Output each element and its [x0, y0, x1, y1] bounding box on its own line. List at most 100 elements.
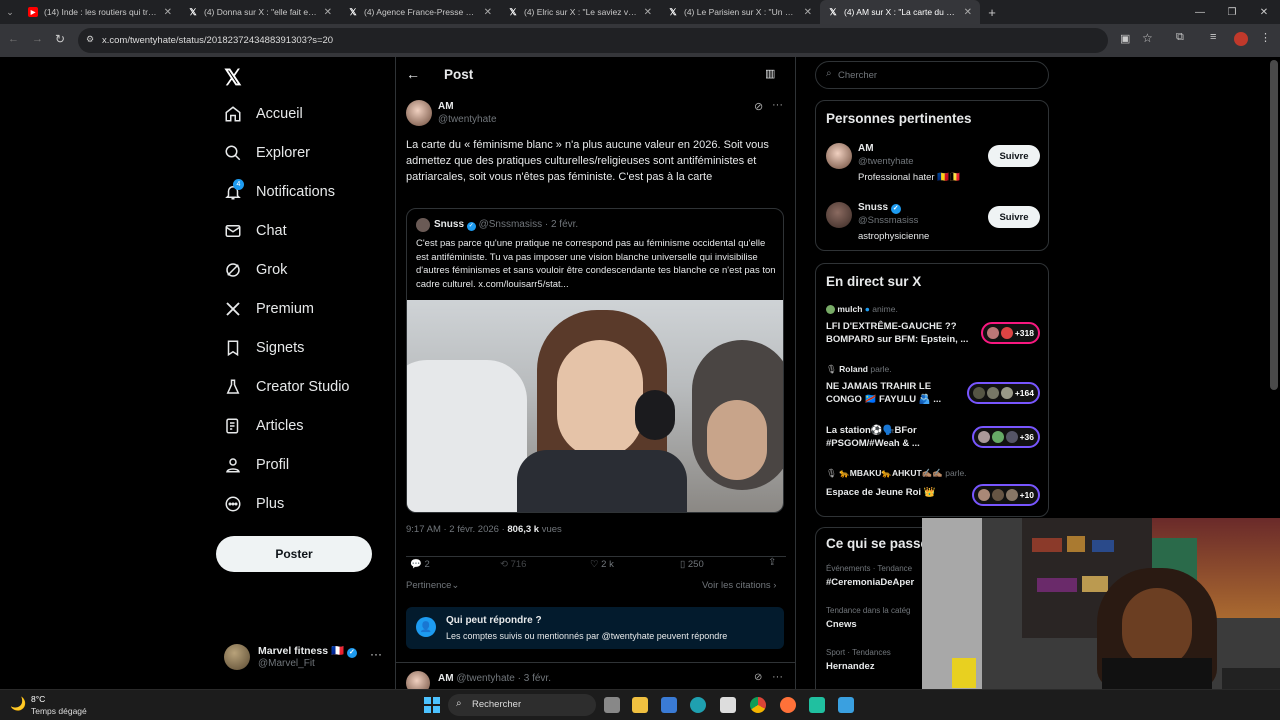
live-space-item[interactable]: 🎙 🐆MBAKU🐆AHKUT✍🏽✍🏽 parle. Espace de Jeun…: [816, 466, 1050, 506]
taskbar-search[interactable]: ⌕ Rechercher: [448, 694, 596, 716]
close-tab-icon[interactable]: ✕: [324, 7, 332, 18]
search-box[interactable]: ⌕ Chercher: [815, 61, 1049, 89]
sidebar-item-chat[interactable]: Chat: [224, 216, 287, 246]
more-options-icon[interactable]: ···: [772, 671, 783, 683]
post-button[interactable]: Poster: [216, 536, 372, 572]
store-icon[interactable]: [661, 697, 677, 713]
relevant-people-title: Personnes pertinentes: [826, 111, 972, 126]
chevron-right-icon: ›: [773, 580, 777, 591]
quote-handle: @Snssmasiss: [478, 219, 543, 230]
close-tab-icon[interactable]: ✕: [484, 7, 492, 18]
more-icon[interactable]: ···: [370, 647, 382, 661]
close-tab-icon[interactable]: ✕: [804, 7, 812, 18]
live-space-item[interactable]: La station⚽🗣️BFor #PSGOM/#Weah & ... +36: [816, 422, 1050, 458]
apps-icon[interactable]: [720, 697, 736, 713]
url-field[interactable]: ⚙ x.com/twentyhate/status/20182372434883…: [78, 28, 1108, 53]
listener-count[interactable]: +164: [966, 382, 1040, 404]
start-icon[interactable]: [424, 697, 440, 713]
task-view-icon[interactable]: [604, 697, 620, 713]
live-space-item[interactable]: 🎙 Roland parle. NE JAMAIS TRAHIR LE CONG…: [816, 362, 1050, 412]
sidebar-item-premium[interactable]: Premium: [224, 294, 314, 324]
browser-tab[interactable]: 𝕏 (4) Le Parisien sur X : "Un agent ✕: [660, 0, 820, 24]
repost-button[interactable]: ⟲ 716: [500, 559, 526, 570]
sidebar-item-notifications[interactable]: 4 Notifications: [224, 177, 335, 207]
host-avatar: [826, 305, 835, 315]
cast-icon[interactable]: ▣: [1120, 32, 1130, 45]
bookmark-star-icon[interactable]: ☆: [1142, 31, 1153, 45]
follow-button[interactable]: Suivre: [988, 145, 1040, 167]
restore-button[interactable]: ❐: [1216, 7, 1248, 18]
bookmark-count: 250: [687, 559, 704, 570]
sidebar-item-home[interactable]: Accueil: [224, 99, 303, 129]
file-explorer-icon[interactable]: [632, 697, 648, 713]
sidebar-item-bookmarks[interactable]: Signets: [224, 333, 304, 363]
search-placeholder: Chercher: [838, 70, 878, 81]
edge-icon[interactable]: [690, 697, 706, 713]
person-row[interactable]: Snuss ✓ @Snssmasiss astrophysicienne Sui…: [816, 198, 1050, 248]
reply-button[interactable]: 💬 2: [410, 559, 430, 570]
media-icon[interactable]: ≡: [1210, 31, 1216, 43]
page-scrollbar[interactable]: [1270, 60, 1278, 390]
app-icon[interactable]: [838, 697, 854, 713]
close-window-button[interactable]: ✕: [1248, 7, 1280, 18]
minimize-button[interactable]: —: [1184, 7, 1216, 18]
listener-count[interactable]: +318: [980, 322, 1040, 344]
browser-tab-active[interactable]: 𝕏 (4) AM sur X : "La carte du « fém ✕: [820, 0, 980, 24]
extensions-icon[interactable]: ⧉: [1176, 31, 1184, 44]
browser-menu-icon[interactable]: ⋮: [1260, 31, 1271, 44]
bookmark-button[interactable]: ▯ 250: [680, 559, 704, 570]
person-row[interactable]: AM @twentyhate Professional hater 🇷🇴🇧🇪 S…: [816, 139, 1050, 189]
browser-tab[interactable]: ▶ (14) Inde : les routiers qui trans ✕: [20, 0, 180, 24]
back-arrow-icon[interactable]: ←: [406, 66, 420, 82]
forward-icon[interactable]: →: [32, 33, 43, 45]
sidebar-item-creator-studio[interactable]: Creator Studio: [224, 372, 350, 402]
more-options-icon[interactable]: ···: [772, 99, 783, 111]
reader-mode-icon[interactable]: ▥: [765, 67, 775, 80]
browser-tab[interactable]: 𝕏 (4) Donna sur X : "elle fait expri ✕: [180, 0, 340, 24]
sidebar-item-more[interactable]: Plus: [224, 489, 284, 519]
live-space-item[interactable]: mulch ● anime. LFI D'EXTRÊME-GAUCHE ?? B…: [816, 302, 1050, 352]
chrome-icon[interactable]: [750, 697, 766, 713]
share-icon[interactable]: ⇪: [768, 557, 776, 568]
see-quotes-link[interactable]: Voir les citations ›: [702, 580, 776, 591]
tab-title: (4) AM sur X : "La carte du « fém: [844, 7, 958, 17]
tab-search-button[interactable]: ⌄: [0, 7, 20, 18]
quoted-post[interactable]: Snuss ✓ @Snssmasiss · 2 févr. C'est pas …: [406, 208, 784, 513]
grok-icon[interactable]: ⊘: [754, 672, 762, 683]
x-logo-icon[interactable]: 𝕏: [224, 65, 242, 91]
sidebar-item-explore[interactable]: Explorer: [224, 138, 310, 168]
follow-button[interactable]: Suivre: [988, 206, 1040, 228]
site-info-icon[interactable]: ⚙: [86, 34, 94, 45]
trend-context: Tendance dans la catég: [826, 606, 911, 615]
like-button[interactable]: ♡ 2 k: [590, 559, 614, 570]
browser-tab[interactable]: 𝕏 (4) Agence France-Presse sur X ✕: [340, 0, 500, 24]
close-tab-icon[interactable]: ✕: [644, 7, 652, 18]
reply-permission-icon: 👤: [416, 617, 436, 637]
back-icon[interactable]: ←: [8, 33, 19, 45]
reload-icon[interactable]: ↻: [55, 32, 65, 46]
weather-icon[interactable]: 🌙: [10, 696, 26, 712]
author-handle[interactable]: @twentyhate: [438, 114, 497, 125]
sidebar-item-grok[interactable]: Grok: [224, 255, 287, 285]
firefox-icon[interactable]: [780, 697, 796, 713]
browser-tab[interactable]: 𝕏 (4) Elric sur X : "Le saviez vous? ✕: [500, 0, 660, 24]
account-switcher[interactable]: Marvel fitness 🇫🇷 ✓ @Marvel_Fit ···: [224, 641, 394, 677]
trend-name: Hernandez: [826, 661, 875, 672]
bookmark-icon: ▯: [680, 559, 686, 570]
profile-avatar-icon[interactable]: [1234, 32, 1248, 46]
new-tab-button[interactable]: +: [980, 5, 1004, 20]
sort-dropdown[interactable]: Pertinence⌄: [406, 580, 459, 591]
author-name[interactable]: AM: [438, 101, 454, 112]
quote-photo[interactable]: [407, 300, 783, 512]
sidebar-item-profile[interactable]: Profil: [224, 450, 289, 480]
close-tab-icon[interactable]: ✕: [164, 7, 172, 18]
sidebar-item-articles[interactable]: Articles: [224, 411, 304, 441]
author-avatar[interactable]: [406, 100, 432, 126]
listener-count[interactable]: +36: [971, 426, 1040, 448]
verified-icon: ✓: [890, 204, 901, 214]
listener-count[interactable]: +10: [971, 484, 1040, 506]
relevant-people-card: Personnes pertinentes AM @twentyhate Pro…: [815, 100, 1049, 251]
app-icon[interactable]: [809, 697, 825, 713]
grok-icon[interactable]: ⊘: [754, 100, 763, 113]
close-tab-icon[interactable]: ✕: [964, 7, 972, 18]
